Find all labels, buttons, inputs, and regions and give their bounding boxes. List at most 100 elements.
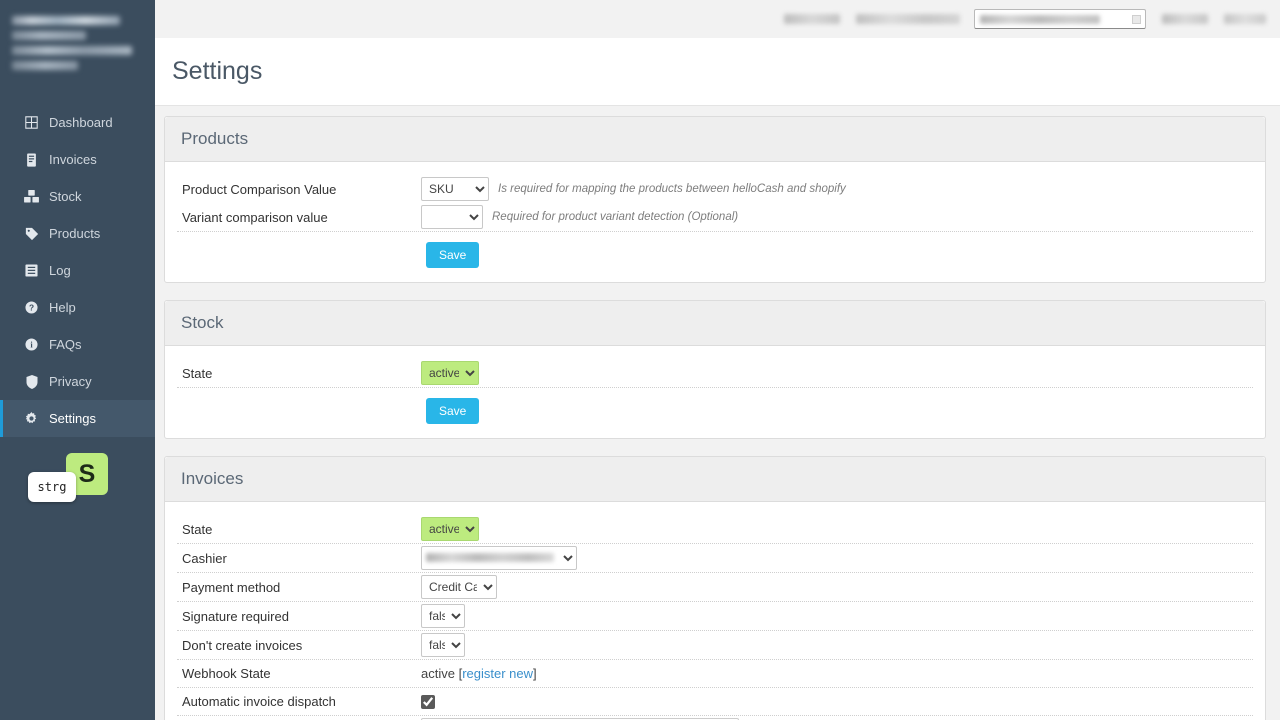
row-label: Cashier bbox=[177, 551, 421, 566]
topbar-link-3[interactable]: ██ █████ bbox=[1162, 14, 1208, 24]
product-comparison-help: Is required for mapping the products bet… bbox=[498, 183, 846, 195]
row-field: Credit Card bbox=[421, 575, 497, 599]
topbar-account-select[interactable]: ██ █████████ ███ bbox=[974, 9, 1146, 29]
sidebar-item-label: Dashboard bbox=[49, 115, 113, 130]
panel-invoices-body: State active Cashier ██████ ████████ █ bbox=[165, 502, 1265, 720]
topbar-link-2[interactable]: ███ ███████ bbox=[856, 14, 960, 24]
row-webhook-state: Webhook State active [ register new ] bbox=[177, 660, 1253, 688]
row-field bbox=[421, 695, 435, 709]
sidebar-item-label: FAQs bbox=[49, 337, 82, 352]
row-label: Payment method bbox=[177, 580, 421, 595]
row-cashier: Cashier ██████ ████████ █ bbox=[177, 544, 1253, 573]
sidebar-user-info: ██ ██████ █████ ██ █████ █████ ███████ █… bbox=[0, 0, 155, 86]
sidebar-item-label: Settings bbox=[49, 411, 96, 426]
row-label: Signature required bbox=[177, 609, 421, 624]
row-signature-required: Signature required false bbox=[177, 602, 1253, 631]
sidebar-item-faqs[interactable]: i FAQs bbox=[0, 326, 155, 363]
sidebar-item-label: Stock bbox=[49, 189, 82, 204]
stock-save-row: Save bbox=[165, 388, 1265, 424]
row-field: active [ register new ] bbox=[421, 666, 537, 681]
sidebar-item-stock[interactable]: Stock bbox=[0, 178, 155, 215]
row-stock-state: State active bbox=[177, 359, 1253, 388]
row-payment-method: Payment method Credit Card bbox=[177, 573, 1253, 602]
row-field: false bbox=[421, 633, 465, 657]
svg-text:?: ? bbox=[29, 303, 34, 313]
row-label: Automatic invoice dispatch bbox=[177, 694, 421, 709]
topbar-link-1[interactable]: █████ ██ bbox=[784, 14, 840, 24]
invoice-state-select[interactable]: active bbox=[421, 517, 479, 541]
row-sender-email-address: Sender email address █████ ███████████ █… bbox=[177, 716, 1253, 720]
row-field: active bbox=[421, 361, 479, 385]
row-field: ██████ ████████ █ bbox=[421, 546, 577, 570]
row-label: Variant comparison value bbox=[177, 210, 421, 225]
dont-create-invoices-select[interactable]: false bbox=[421, 633, 465, 657]
row-dont-create-invoices: Don't create invoices false bbox=[177, 631, 1253, 660]
panel-products-body: Product Comparison Value SKU Is required… bbox=[165, 162, 1265, 282]
sidebar-item-label: Log bbox=[49, 263, 71, 278]
signature-required-select[interactable]: false bbox=[421, 604, 465, 628]
payment-method-select[interactable]: Credit Card bbox=[421, 575, 497, 599]
sidebar-nav: Dashboard Invoices Stock Products Log ? … bbox=[0, 104, 155, 437]
automatic-invoice-dispatch-checkbox[interactable] bbox=[421, 695, 435, 709]
variant-comparison-help: Required for product variant detection (… bbox=[492, 211, 738, 223]
panel-stock-body: State active Save bbox=[165, 346, 1265, 438]
products-save-button[interactable]: Save bbox=[426, 242, 479, 268]
gear-icon bbox=[23, 412, 40, 425]
sidebar-item-dashboard[interactable]: Dashboard bbox=[0, 104, 155, 141]
user-name-redacted: ██ ██████ █████ bbox=[12, 16, 120, 25]
question-circle-icon: ? bbox=[23, 301, 40, 314]
user-extra-redacted: ████ ██ bbox=[12, 61, 78, 70]
panel-stock-header: Stock bbox=[165, 301, 1265, 346]
row-label: Webhook State bbox=[177, 666, 421, 681]
panel-invoices: Invoices State active Cashier bbox=[164, 456, 1266, 720]
user-email-redacted: █████ ███████ bbox=[12, 46, 132, 55]
row-variant-comparison-value: Variant comparison value Required for pr… bbox=[177, 203, 1253, 232]
row-label: State bbox=[177, 366, 421, 381]
panel-products-header: Products bbox=[165, 117, 1265, 162]
row-label: State bbox=[177, 522, 421, 537]
sidebar-item-invoices[interactable]: Invoices bbox=[0, 141, 155, 178]
boxes-icon bbox=[23, 190, 40, 203]
variant-comparison-value-select[interactable] bbox=[421, 205, 483, 229]
row-field: SKU Is required for mapping the products… bbox=[421, 177, 846, 201]
grid-icon bbox=[23, 116, 40, 129]
sidebar-item-label: Help bbox=[49, 300, 76, 315]
sidebar-item-label: Invoices bbox=[49, 152, 97, 167]
webhook-link-close: ] bbox=[533, 666, 537, 681]
panel-products: Products Product Comparison Value SKU Is… bbox=[164, 116, 1266, 283]
row-label: Product Comparison Value bbox=[177, 182, 421, 197]
sidebar-item-label: Privacy bbox=[49, 374, 92, 389]
shortcut-key-modifier: strg bbox=[28, 472, 76, 502]
panel-invoices-title: Invoices bbox=[181, 469, 1249, 489]
row-automatic-invoice-dispatch: Automatic invoice dispatch bbox=[177, 688, 1253, 716]
cashier-select[interactable] bbox=[421, 546, 577, 570]
row-field: false bbox=[421, 604, 465, 628]
sidebar: ██ ██████ █████ ██ █████ █████ ███████ █… bbox=[0, 0, 155, 720]
register-new-webhook-link[interactable]: register new bbox=[462, 666, 533, 681]
sidebar-item-log[interactable]: Log bbox=[0, 252, 155, 289]
row-product-comparison-value: Product Comparison Value SKU Is required… bbox=[177, 175, 1253, 203]
row-invoice-state: State active bbox=[177, 515, 1253, 544]
topbar-link-4[interactable]: █████ bbox=[1224, 14, 1266, 24]
stock-state-select[interactable]: active bbox=[421, 361, 479, 385]
settings-content: Products Product Comparison Value SKU Is… bbox=[155, 107, 1280, 720]
product-comparison-value-select[interactable]: SKU bbox=[421, 177, 489, 201]
topbar-account-select-value: ██ █████████ ███ bbox=[980, 15, 1100, 24]
user-company-redacted: ██ █████ bbox=[12, 31, 86, 40]
page-title: Settings bbox=[155, 57, 262, 86]
sidebar-item-privacy[interactable]: Privacy bbox=[0, 363, 155, 400]
webhook-state-value: active bbox=[421, 666, 455, 681]
app-root: ██ ██████ █████ ██ █████ █████ ███████ █… bbox=[0, 0, 1280, 720]
row-field: Required for product variant detection (… bbox=[421, 205, 738, 229]
info-circle-icon: i bbox=[23, 338, 40, 351]
row-label: Don't create invoices bbox=[177, 638, 421, 653]
page-header: Settings bbox=[155, 38, 1280, 106]
sidebar-item-products[interactable]: Products bbox=[0, 215, 155, 252]
keyboard-shortcut-overlay: S strg bbox=[28, 453, 148, 518]
tag-icon bbox=[23, 227, 40, 241]
sidebar-item-help[interactable]: ? Help bbox=[0, 289, 155, 326]
stock-save-button[interactable]: Save bbox=[426, 398, 479, 424]
row-field: active bbox=[421, 517, 479, 541]
sidebar-item-settings[interactable]: Settings bbox=[0, 400, 155, 437]
chevron-down-icon bbox=[1132, 15, 1141, 24]
